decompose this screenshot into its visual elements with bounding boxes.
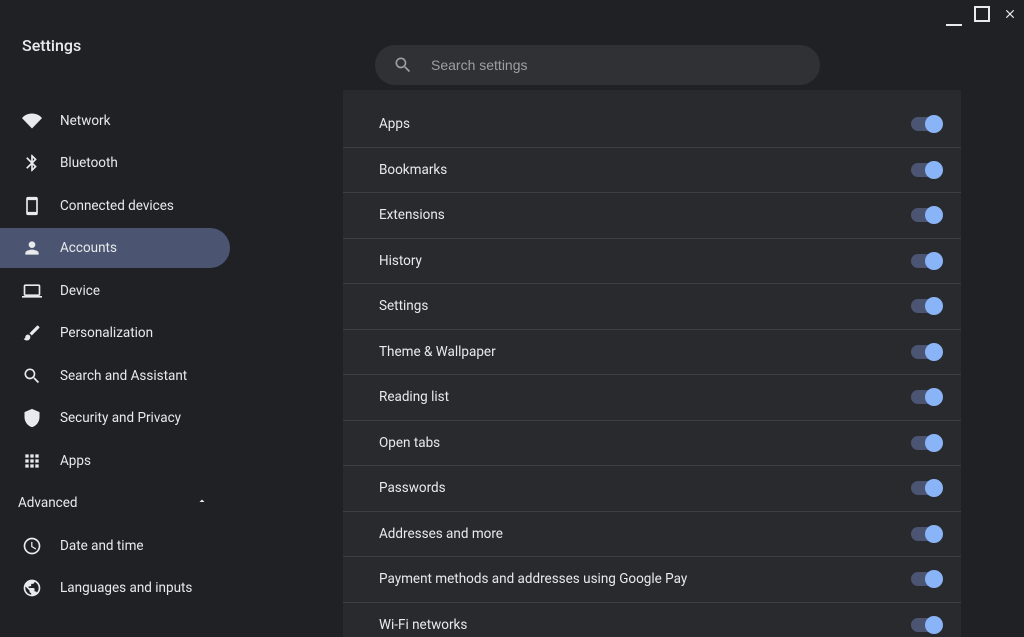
clock-icon [22,536,42,556]
sidebar-item-security-privacy[interactable]: Security and Privacy [0,398,230,438]
sync-options-panel: Apps Bookmarks Extensions History Settin… [343,90,961,637]
chevron-up-icon [196,495,208,511]
sync-row-open-tabs: Open tabs [343,421,961,467]
sync-row-reading-list: Reading list [343,375,961,421]
sync-row-payments: Payment methods and addresses using Goog… [343,557,961,603]
sync-row-settings: Settings [343,284,961,330]
shield-icon [22,408,42,428]
sync-row-label: Reading list [379,389,449,405]
sync-row-history: History [343,239,961,285]
sidebar-item-label: Network [60,113,110,129]
toggle-payments[interactable] [911,572,941,586]
toggle-passwords[interactable] [911,481,941,495]
sidebar-item-label: Bluetooth [60,155,118,171]
sync-row-theme-wallpaper: Theme & Wallpaper [343,330,961,376]
sidebar-item-search-assistant[interactable]: Search and Assistant [0,356,230,396]
sidebar-item-label: Security and Privacy [60,410,181,426]
sync-row-extensions: Extensions [343,193,961,239]
sidebar-item-personalization[interactable]: Personalization [0,313,230,353]
bluetooth-icon [22,153,42,173]
sync-row-label: Theme & Wallpaper [379,344,496,360]
toggle-reading-list[interactable] [911,390,941,404]
sidebar-item-label: Apps [60,453,91,469]
sync-row-apps: Apps [343,102,961,148]
sync-row-passwords: Passwords [343,466,961,512]
toggle-theme-wallpaper[interactable] [911,345,941,359]
sync-row-label: Passwords [379,480,446,496]
sync-row-label: Settings [379,298,428,314]
apps-icon [22,451,42,471]
toggle-extensions[interactable] [911,208,941,222]
search-bar[interactable] [375,45,820,85]
sidebar-item-label: Date and time [60,538,144,554]
toggle-addresses[interactable] [911,527,941,541]
page-title: Settings [22,36,81,55]
toggle-apps[interactable] [911,117,941,131]
laptop-icon [22,281,42,301]
globe-icon [22,578,42,598]
sidebar-item-accounts[interactable]: Accounts [0,228,230,268]
sidebar-item-label: Connected devices [60,198,174,214]
sidebar-item-bluetooth[interactable]: Bluetooth [0,143,230,183]
sidebar-section-advanced[interactable]: Advanced [0,483,230,523]
sidebar-item-label: Personalization [60,325,153,341]
sidebar-section-label: Advanced [18,495,78,511]
brush-icon [22,323,42,343]
toggle-open-tabs[interactable] [911,436,941,450]
toggle-settings[interactable] [911,299,941,313]
wifi-icon [22,111,42,131]
sync-row-label: Apps [379,116,410,132]
device-icon [22,196,42,216]
sync-row-label: Wi-Fi networks [379,617,467,633]
sidebar-item-label: Device [60,283,100,299]
sync-row-label: Open tabs [379,435,440,451]
toggle-bookmarks[interactable] [911,163,941,177]
search-input[interactable] [431,57,802,73]
sidebar-item-label: Languages and inputs [60,580,192,596]
sidebar-item-connected-devices[interactable]: Connected devices [0,186,230,226]
search-icon [22,366,42,386]
sync-row-bookmarks: Bookmarks [343,148,961,194]
sidebar-item-label: Accounts [60,240,117,256]
search-icon [393,55,413,75]
sync-row-label: History [379,253,422,269]
sync-row-label: Extensions [379,207,445,223]
sidebar-item-languages[interactable]: Languages and inputs [0,568,230,608]
person-icon [22,238,42,258]
sidebar: Network Bluetooth Connected devices Acco… [0,90,280,637]
sync-row-label: Bookmarks [379,162,447,178]
sync-row-addresses: Addresses and more [343,512,961,558]
sidebar-item-device[interactable]: Device [0,271,230,311]
toggle-history[interactable] [911,254,941,268]
sidebar-item-label: Search and Assistant [60,368,187,384]
sync-row-wifi: Wi-Fi networks [343,603,961,637]
sync-row-label: Addresses and more [379,526,503,542]
sidebar-item-apps[interactable]: Apps [0,441,230,481]
sidebar-item-network[interactable]: Network [0,101,230,141]
sync-row-label: Payment methods and addresses using Goog… [379,571,687,587]
sidebar-item-date-time[interactable]: Date and time [0,526,230,566]
toggle-wifi[interactable] [911,618,941,632]
